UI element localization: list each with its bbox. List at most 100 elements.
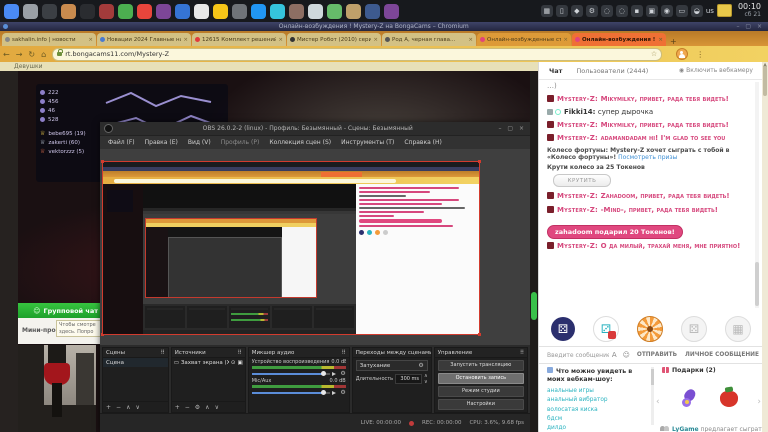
source-item[interactable]: ▭Захват экрана (X…⊙▣ xyxy=(172,358,245,367)
mail-icon[interactable] xyxy=(308,4,323,19)
speaker-icon[interactable] xyxy=(332,391,338,395)
keyboard-layout-indicator[interactable]: us xyxy=(706,7,714,15)
speaker-icon[interactable] xyxy=(332,372,338,376)
tab-close-icon[interactable]: × xyxy=(278,37,283,43)
camera-icon[interactable] xyxy=(232,4,247,19)
send-button[interactable]: ОТПРАВИТЬ xyxy=(637,352,677,358)
obs-control-button[interactable]: Настройки xyxy=(438,399,524,411)
lock-source-icon[interactable]: ▣ xyxy=(238,360,243,366)
sync-icon[interactable] xyxy=(175,4,190,19)
tab[interactable]: 12615 Комплект решений (Г...× xyxy=(192,33,286,46)
recorder-icon[interactable] xyxy=(194,4,209,19)
scene-item[interactable]: Сцена xyxy=(103,358,168,367)
window-titlebar[interactable]: Онлайн-возбуждения ! Mystery-Z на BongaC… xyxy=(0,22,768,31)
transition-select[interactable]: Затухание⚙ xyxy=(356,360,428,371)
obs-control-button[interactable]: Выход xyxy=(438,412,524,413)
scenes-toolbar-button[interactable]: ∧ xyxy=(126,404,130,411)
tab[interactable]: Новации 2024 Главные на...× xyxy=(97,33,191,46)
show-tag-link[interactable]: дилдо xyxy=(547,424,649,432)
bookmark-star-icon[interactable]: ☆ xyxy=(651,50,657,58)
files-icon[interactable] xyxy=(23,4,38,19)
gift-plug-image[interactable] xyxy=(682,389,698,407)
ghost-1-tray-icon[interactable]: ◌ xyxy=(601,5,613,17)
obs-capture-source[interactable] xyxy=(102,161,480,335)
obs-menu-item[interactable]: Профиль (P) xyxy=(221,139,260,146)
virtualbox-icon[interactable] xyxy=(327,4,342,19)
sources-toolbar-button[interactable]: ⚙ xyxy=(195,404,200,411)
sources-toolbar-button[interactable]: + xyxy=(175,404,180,411)
clock[interactable]: 00:10 сб 21 xyxy=(735,3,765,18)
home-button[interactable]: ⌂ xyxy=(41,50,46,59)
tor-browser-icon[interactable] xyxy=(156,4,171,19)
obs-titlebar[interactable]: OBS 26.0.2-2 (linux) - Профиль: Безымянн… xyxy=(100,122,530,136)
volume-slider-knob[interactable] xyxy=(321,371,326,376)
package-tray-icon[interactable]: ▣ xyxy=(646,5,658,17)
messenger-icon[interactable] xyxy=(270,4,285,19)
obs-control-button[interactable]: Режим студии xyxy=(438,386,524,398)
show-tag-link[interactable]: бдсм xyxy=(547,415,649,424)
screenshot-tray-icon[interactable]: ◉ xyxy=(661,5,673,17)
tab-close-icon[interactable]: × xyxy=(88,37,93,43)
tab-close-icon[interactable]: × xyxy=(658,37,663,43)
obs-window[interactable]: OBS 26.0.2-2 (linux) - Профиль: Безымянн… xyxy=(100,122,530,432)
webcam-thumbnail[interactable] xyxy=(18,345,96,432)
onion-icon[interactable] xyxy=(384,4,399,19)
chromium-icon[interactable] xyxy=(4,4,19,19)
sources-toolbar-button[interactable]: − xyxy=(185,404,190,411)
show-tag-link[interactable]: волосатая киска xyxy=(547,406,649,415)
visibility-eye-icon[interactable]: ⊙ xyxy=(231,360,236,366)
wheel-prizes-link[interactable]: Посмотреть призы xyxy=(618,154,677,161)
scenes-toolbar-button[interactable]: ∨ xyxy=(135,404,139,411)
obs-menu-item[interactable]: Коллекция сцен (S) xyxy=(269,139,331,146)
profile-avatar-button[interactable] xyxy=(676,48,688,60)
scenes-toolbar-button[interactable]: − xyxy=(116,404,121,411)
browser-scroll-thumb[interactable] xyxy=(763,66,767,96)
group-chat-button[interactable]: ☺ Групповой чат xyxy=(18,303,100,318)
tab[interactable]: Род А, черная глава...× xyxy=(382,33,476,46)
obs-menu-item[interactable]: Инструменты (T) xyxy=(341,139,394,146)
folder-manager-icon[interactable] xyxy=(61,4,76,19)
folder-tray-icon[interactable] xyxy=(717,4,732,17)
network-tray-icon[interactable]: ▪ xyxy=(631,5,643,17)
duration-input[interactable]: 300 ms xyxy=(395,374,422,384)
dice-blue-game-icon[interactable]: ⚄ xyxy=(551,317,575,341)
shield-tray-icon[interactable]: ◆ xyxy=(571,5,583,17)
chat-footer-row[interactable]: LyGame предлагает сыграть… xyxy=(660,425,763,432)
message-input[interactable]: Введите сообщение здесь... xyxy=(547,352,609,359)
scenes-toolbar-button[interactable]: + xyxy=(106,404,111,411)
tab[interactable]: Мистер Робот (2010) сери...× xyxy=(287,33,381,46)
gear-icon[interactable]: ⚙ xyxy=(340,389,345,396)
page-scroll-thumb[interactable] xyxy=(531,292,537,320)
tab-close-icon[interactable]: × xyxy=(373,37,378,43)
duration-spinner[interactable]: ∧∨ xyxy=(424,373,428,385)
fortune-wheel-game-icon[interactable] xyxy=(637,316,663,342)
obs-preview-area[interactable] xyxy=(100,149,530,345)
obs-control-button[interactable]: Остановить запись xyxy=(438,373,524,385)
tab-close-icon[interactable]: × xyxy=(468,37,473,43)
volume-slider[interactable]: ⚙ xyxy=(252,370,346,377)
font-size-button[interactable]: A xyxy=(612,351,617,359)
obs-menu-item[interactable]: Справка (H) xyxy=(404,139,442,146)
keys-icon[interactable] xyxy=(289,4,304,19)
terminal-icon[interactable] xyxy=(42,4,57,19)
gift-strawberry-image[interactable] xyxy=(720,387,738,407)
ghost-2-tray-icon[interactable]: ◌ xyxy=(616,5,628,17)
address-bar[interactable]: rt.bongacams11.com/Mystery-Z ☆ xyxy=(52,48,662,61)
tab-users[interactable]: Пользователи (2444) xyxy=(576,67,648,75)
dice-gray-game-icon[interactable]: ⚄ xyxy=(681,316,707,342)
display-tray-icon[interactable]: ▭ xyxy=(676,5,688,17)
updates-tray-icon[interactable]: ◒ xyxy=(691,5,703,17)
browser-menu-button[interactable]: ⋮ xyxy=(696,50,704,59)
obs-menu-item[interactable]: Файл (F) xyxy=(108,139,135,146)
tab-active[interactable]: Онлайн-возбуждения ! M...× xyxy=(572,33,666,46)
enable-webcam-button[interactable]: ◉ Включить вебкамеру xyxy=(679,67,753,74)
category-girls-link[interactable]: Девушки xyxy=(14,63,42,70)
obs-menu-item[interactable]: Правка (E) xyxy=(145,139,178,146)
tab-close-icon[interactable]: × xyxy=(183,37,188,43)
forward-button[interactable]: → xyxy=(16,50,23,59)
gifts-next-button[interactable]: › xyxy=(757,397,761,407)
reload-button[interactable]: ↻ xyxy=(28,50,35,59)
media-player-icon[interactable] xyxy=(99,4,114,19)
obs-window-controls[interactable]: – ▢ × xyxy=(498,125,530,132)
sources-toolbar-button[interactable]: ∧ xyxy=(205,404,209,411)
